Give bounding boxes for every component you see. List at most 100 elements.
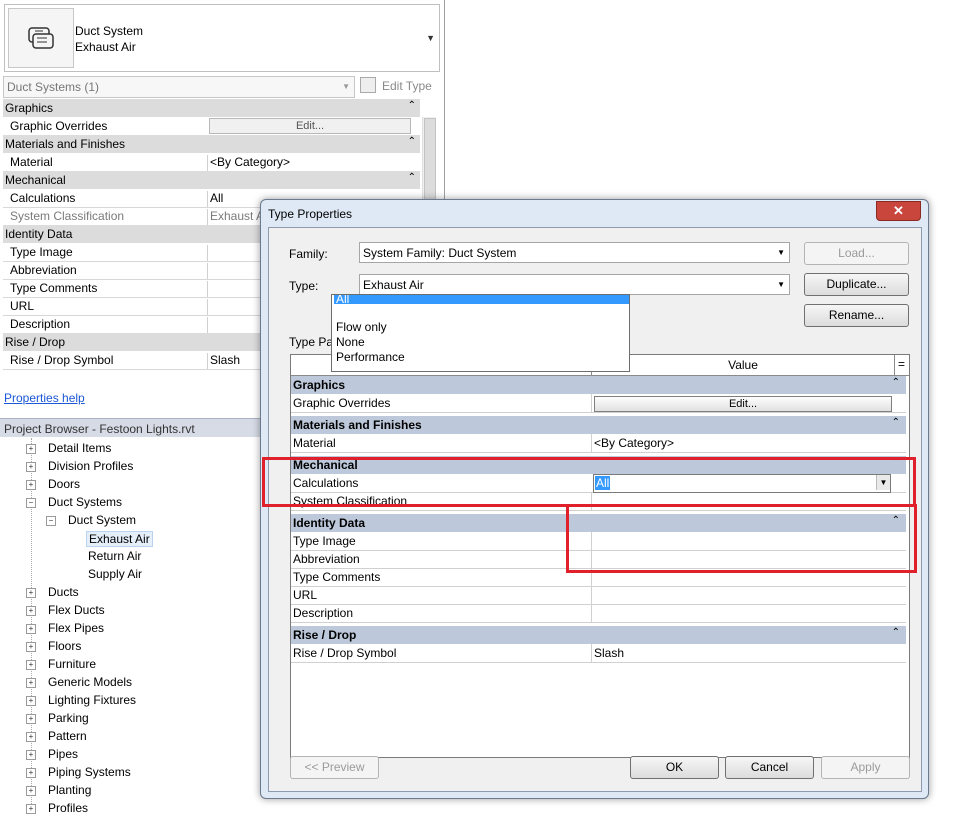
tree-item[interactable]: + Planting: [0, 781, 260, 799]
property-name: Calculations: [10, 191, 76, 205]
property-name: Description: [10, 317, 71, 331]
tree-item[interactable]: + Generic Models: [0, 673, 260, 691]
expand-icon[interactable]: +: [26, 768, 36, 778]
expand-icon[interactable]: +: [26, 462, 36, 472]
column-header-formula[interactable]: =: [895, 355, 908, 375]
apply-button[interactable]: Apply: [821, 756, 910, 779]
tree-item[interactable]: + Detail Items: [0, 439, 260, 457]
close-icon[interactable]: ✕: [876, 201, 921, 221]
tree-item[interactable]: Exhaust Air: [0, 529, 260, 547]
parameter-row[interactable]: URL: [291, 586, 906, 605]
expand-icon[interactable]: +: [26, 444, 36, 454]
edit-button[interactable]: Edit...: [594, 396, 892, 412]
parameter-row[interactable]: Description: [291, 604, 906, 623]
tree-item[interactable]: + Furniture: [0, 655, 260, 673]
tree-item[interactable]: + Pattern: [0, 727, 260, 745]
parameter-value-cell[interactable]: Slash: [591, 644, 894, 662]
expand-icon[interactable]: +: [26, 660, 36, 670]
tree-item[interactable]: + Parking: [0, 709, 260, 727]
tree-item[interactable]: + Division Profiles: [0, 457, 260, 475]
parameter-value-cell[interactable]: [591, 586, 894, 604]
instance-filter-combo[interactable]: Duct Systems (1) ▼: [3, 76, 355, 98]
parameter-row[interactable]: Graphic Overrides Edit...: [291, 394, 906, 413]
parameter-row[interactable]: Material <By Category>: [291, 434, 906, 453]
dropdown-option[interactable]: None: [334, 335, 629, 350]
parameter-value-cell[interactable]: <By Category>: [591, 434, 894, 452]
ok-button[interactable]: OK: [630, 756, 719, 779]
cancel-button[interactable]: Cancel: [725, 756, 814, 779]
type-selector[interactable]: Duct System Exhaust Air ▼: [4, 4, 440, 72]
parameter-row[interactable]: Rise / Drop Symbol Slash: [291, 644, 906, 663]
group-name: Materials and Finishes: [5, 137, 126, 151]
column-header-value[interactable]: Value: [592, 355, 895, 375]
expand-icon[interactable]: +: [26, 642, 36, 652]
parameter-name: Graphic Overrides: [293, 396, 391, 410]
collapse-icon[interactable]: ⌃: [408, 172, 416, 183]
tree-item[interactable]: − Duct Systems: [0, 493, 260, 511]
property-row[interactable]: Material <By Category>: [3, 153, 408, 172]
load-button[interactable]: Load...: [804, 242, 909, 265]
property-name: Type Comments: [10, 281, 98, 295]
tree-item[interactable]: + Doors: [0, 475, 260, 493]
expand-icon[interactable]: +: [26, 714, 36, 724]
expand-icon[interactable]: +: [26, 786, 36, 796]
parameter-name: Type Image: [293, 534, 356, 548]
collapse-icon[interactable]: −: [46, 516, 56, 526]
property-row[interactable]: Graphic Overrides Edit...: [3, 117, 411, 136]
property-group-header[interactable]: Graphics ⌃: [3, 99, 420, 117]
property-group-header[interactable]: Mechanical ⌃: [3, 171, 420, 189]
expand-icon[interactable]: +: [26, 804, 36, 814]
dropdown-option[interactable]: All: [334, 295, 629, 304]
parameter-group-header[interactable]: Graphics ⌃: [291, 376, 906, 394]
properties-help-link[interactable]: Properties help: [4, 391, 85, 405]
collapse-icon[interactable]: ⌃: [408, 136, 416, 147]
expand-icon[interactable]: +: [26, 606, 36, 616]
expand-icon[interactable]: +: [26, 732, 36, 742]
duct-system-icon: [8, 8, 74, 68]
expand-icon[interactable]: +: [26, 750, 36, 760]
chevron-down-icon[interactable]: ▼: [426, 33, 435, 43]
collapse-icon[interactable]: ⌃: [892, 627, 900, 638]
edit-type-button[interactable]: Edit Type: [360, 76, 440, 96]
tree-item[interactable]: + Piping Systems: [0, 763, 260, 781]
collapse-icon[interactable]: ⌃: [892, 377, 900, 388]
dropdown-option[interactable]: Performance: [334, 350, 629, 365]
highlight-box-mechanical: [262, 457, 916, 507]
family-combo[interactable]: System Family: Duct System ▼: [359, 242, 790, 263]
tree-item[interactable]: − Duct System: [0, 511, 260, 529]
duplicate-button[interactable]: Duplicate...: [804, 273, 909, 296]
property-group-header[interactable]: Materials and Finishes ⌃: [3, 135, 420, 153]
property-name: Graphic Overrides: [10, 119, 108, 133]
expand-icon[interactable]: +: [26, 678, 36, 688]
tree-item[interactable]: Supply Air: [0, 565, 260, 583]
preview-button[interactable]: << Preview: [290, 756, 379, 779]
edit-button[interactable]: Edit...: [209, 118, 411, 134]
collapse-icon[interactable]: ⌃: [892, 417, 900, 428]
expand-icon[interactable]: +: [26, 696, 36, 706]
parameter-name: URL: [293, 588, 318, 602]
expand-icon[interactable]: +: [26, 624, 36, 634]
parameter-value: <By Category>: [594, 436, 675, 450]
dropdown-option[interactable]: Flow only: [334, 320, 629, 335]
tree-item-label: Pipes: [48, 747, 79, 761]
tree-item[interactable]: + Lighting Fixtures: [0, 691, 260, 709]
rename-button[interactable]: Rename...: [804, 304, 909, 327]
type-combo[interactable]: Exhaust Air ▼: [359, 274, 790, 295]
tree-item[interactable]: Return Air: [0, 547, 260, 565]
tree-item[interactable]: + Flex Ducts: [0, 601, 260, 619]
parameter-name: Type Comments: [293, 570, 381, 584]
parameter-group-header[interactable]: Materials and Finishes ⌃: [291, 416, 906, 434]
tree-item[interactable]: + Pipes: [0, 745, 260, 763]
tree-item[interactable]: + Flex Pipes: [0, 619, 260, 637]
tree-item[interactable]: + Profiles: [0, 799, 260, 817]
tree-item[interactable]: + Floors: [0, 637, 260, 655]
expand-icon[interactable]: +: [26, 588, 36, 598]
property-value[interactable]: <By Category>: [207, 155, 410, 171]
parameter-value-cell[interactable]: [591, 604, 894, 622]
tree-item-label: Lighting Fixtures: [48, 693, 137, 707]
expand-icon[interactable]: +: [26, 480, 36, 490]
parameter-group-header[interactable]: Rise / Drop ⌃: [291, 626, 906, 644]
tree-item[interactable]: + Ducts: [0, 583, 260, 601]
collapse-icon[interactable]: ⌃: [408, 100, 416, 111]
collapse-icon[interactable]: −: [26, 498, 36, 508]
